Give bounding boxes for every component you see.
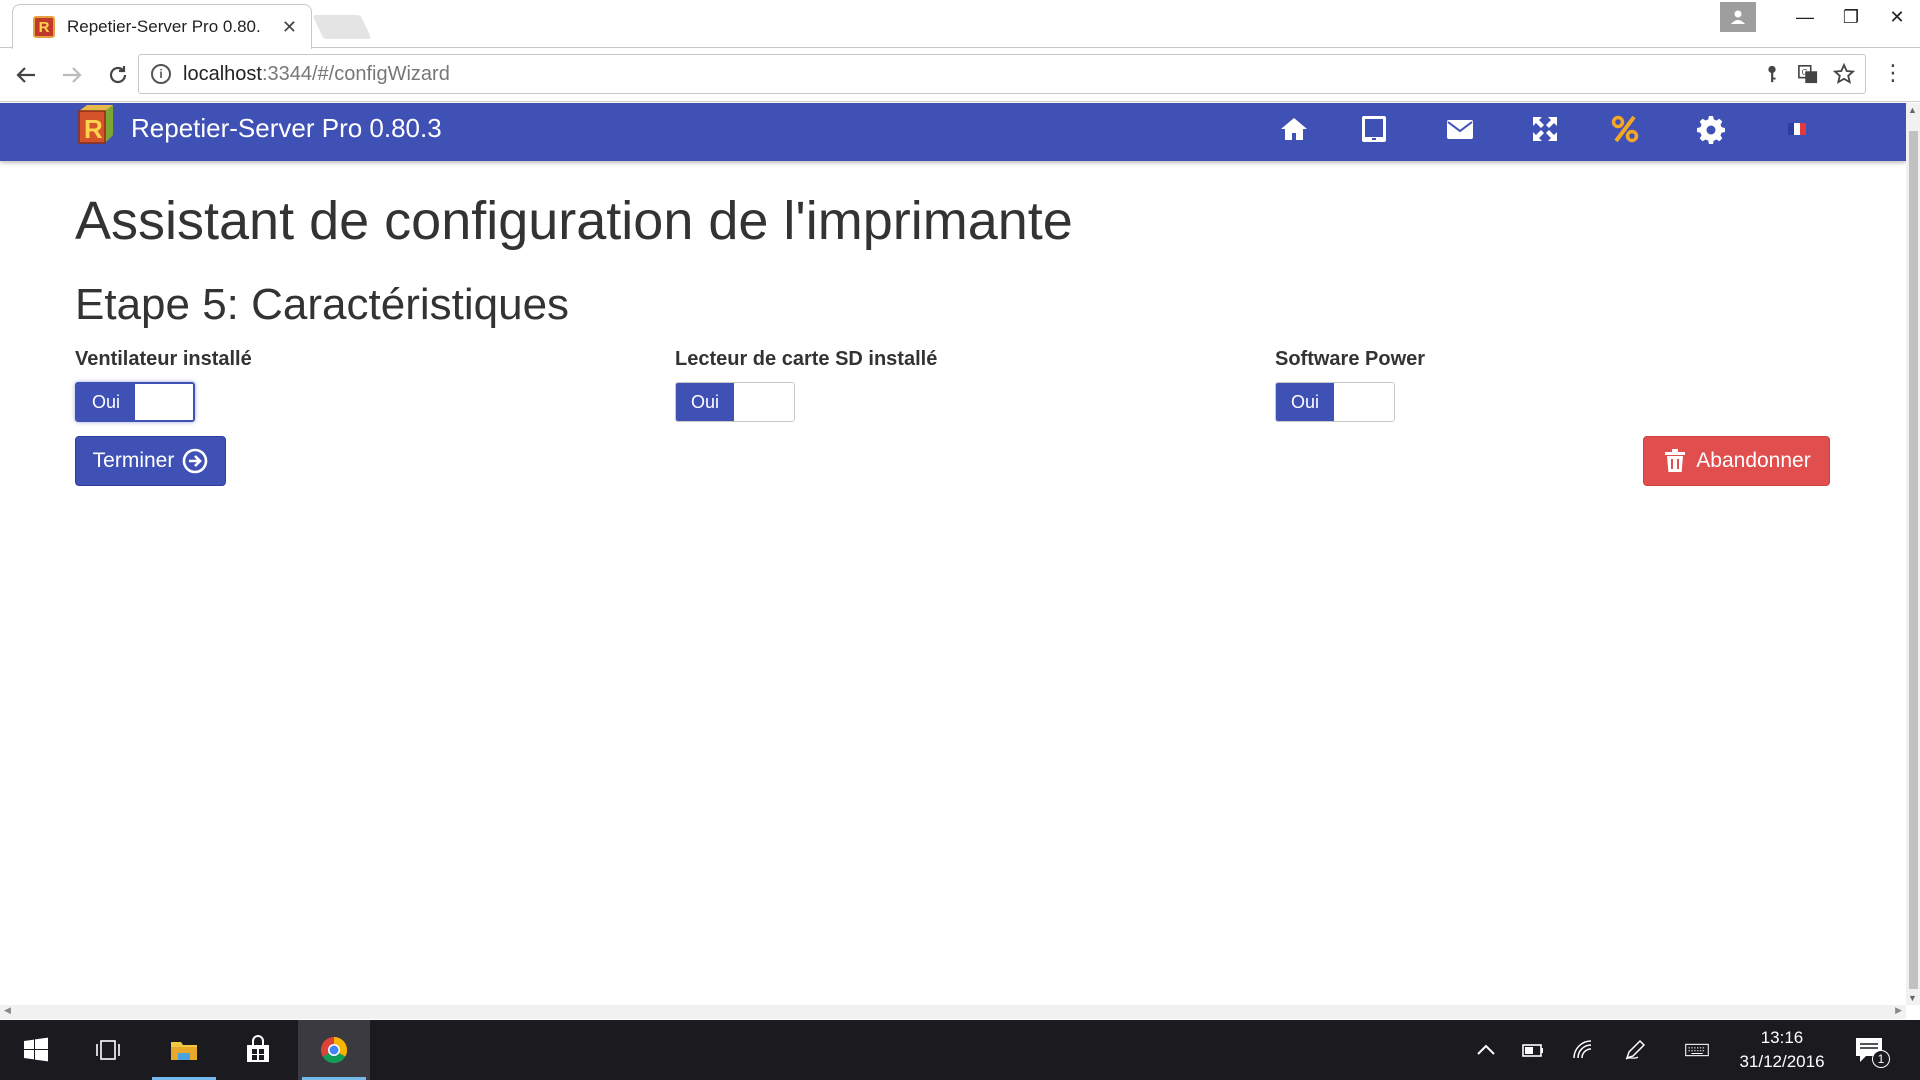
task-view-icon [96, 1040, 120, 1060]
clock-time: 13:16 [1760, 1028, 1804, 1047]
tablet-icon[interactable] [1356, 111, 1392, 147]
app-title[interactable]: Repetier-Server Pro 0.80.3 [131, 113, 442, 144]
fan-installed-label: Ventilateur installé [75, 348, 252, 370]
vertical-scrollbar[interactable]: ▲ ▼ [1906, 103, 1920, 1005]
start-button[interactable] [0, 1020, 72, 1080]
profile-button[interactable] [1720, 2, 1756, 32]
software-power-toggle[interactable]: Oui [1275, 382, 1395, 422]
abort-button[interactable]: Abandonner [1643, 436, 1830, 486]
toggle-handle[interactable] [734, 383, 794, 421]
tab-close-icon[interactable]: ✕ [282, 17, 297, 38]
clock-date: 31/12/2016 [1739, 1052, 1825, 1071]
scroll-down-arrow-icon[interactable]: ▼ [1908, 993, 1917, 1003]
abort-button-label: Abandonner [1696, 449, 1811, 472]
translate-icon[interactable]: G [1797, 63, 1819, 85]
finish-button-label: Terminer [92, 449, 175, 472]
expand-icon[interactable] [1527, 111, 1563, 147]
file-explorer-button[interactable] [148, 1020, 220, 1080]
sd-card-installed-label: Lecteur de carte SD installé [675, 348, 938, 370]
browser-menu-icon[interactable]: ⋮ [1882, 62, 1904, 84]
app-navbar: R Repetier-Server Pro 0.80.3 [0, 103, 1906, 161]
toggle-handle[interactable] [1334, 383, 1394, 421]
arrow-left-icon [16, 66, 35, 83]
repetier-favicon-icon: R [33, 16, 55, 38]
bookmark-star-icon[interactable] [1833, 63, 1855, 85]
percent-icon[interactable] [1607, 111, 1643, 147]
address-bar[interactable]: i localhost:3344/#/configWizard G [138, 54, 1866, 94]
tray-chevron-up-icon[interactable] [1473, 1038, 1499, 1062]
key-icon[interactable] [1761, 63, 1783, 85]
url-host: localhost [183, 62, 262, 85]
tab-title: Repetier-Server Pro 0.80. [67, 17, 261, 36]
chrome-icon [320, 1036, 348, 1064]
sd-card-installed-toggle[interactable]: Oui [675, 382, 795, 422]
wifi-icon[interactable] [1570, 1038, 1596, 1062]
browser-tabstrip: R Repetier-Server Pro 0.80. ✕ — ❐ ✕ [0, 0, 1920, 49]
windows-taskbar: 13:16 31/12/2016 1 [0, 1020, 1920, 1080]
info-icon[interactable]: i [151, 64, 171, 84]
toggle-handle[interactable] [135, 384, 193, 420]
arrow-circle-right-icon [183, 448, 208, 474]
reload-button[interactable] [98, 55, 138, 95]
envelope-icon[interactable] [1442, 111, 1478, 147]
folder-icon [171, 1042, 197, 1060]
fan-installed-toggle[interactable]: Oui [75, 382, 195, 422]
scroll-up-arrow-icon[interactable]: ▲ [1908, 105, 1917, 115]
software-power-label: Software Power [1275, 348, 1426, 370]
window-controls: — ❐ ✕ [1720, 0, 1920, 34]
finish-button[interactable]: Terminer [75, 436, 226, 486]
scroll-left-arrow-icon[interactable]: ◀ [4, 1005, 11, 1016]
scrollbar-thumb[interactable] [1909, 131, 1918, 989]
store-bag-icon [247, 1035, 269, 1062]
home-icon[interactable] [1276, 111, 1312, 147]
keyboard-icon[interactable] [1680, 1038, 1714, 1062]
svg-text:R: R [84, 114, 103, 144]
task-view-button[interactable] [72, 1020, 144, 1080]
back-button[interactable] [6, 55, 46, 95]
horizontal-scrollbar[interactable]: ◀ ▶ [0, 1005, 1906, 1019]
person-icon [1731, 10, 1745, 24]
windows-logo-icon [24, 1037, 48, 1062]
french-flag-icon[interactable] [1779, 111, 1815, 147]
arrow-right-icon [63, 66, 82, 83]
forward-button[interactable] [52, 55, 92, 95]
close-window-button[interactable]: ✕ [1874, 7, 1920, 28]
trash-icon [1665, 449, 1686, 472]
step-title: Etape 5: Caractéristiques [75, 280, 570, 329]
page-title: Assistant de configuration de l'impriman… [75, 191, 1073, 251]
restore-button[interactable]: ❐ [1828, 7, 1874, 28]
toggle-on-label: Oui [77, 384, 135, 420]
omnibox-actions: G [1761, 63, 1855, 85]
new-tab-button[interactable] [312, 15, 372, 39]
chrome-button[interactable] [298, 1020, 370, 1080]
taskbar-clock[interactable]: 13:16 31/12/2016 [1730, 1026, 1834, 1074]
notification-count-badge: 1 [1872, 1050, 1890, 1068]
browser-toolbar: i localhost:3344/#/configWizard G ⋮ [0, 48, 1920, 102]
toggle-on-label: Oui [1276, 383, 1334, 421]
url-path: :3344/#/configWizard [261, 62, 450, 85]
minimize-button[interactable]: — [1782, 7, 1828, 28]
toggle-on-label: Oui [676, 383, 734, 421]
battery-icon[interactable] [1520, 1038, 1546, 1062]
repetier-logo-icon[interactable]: R [75, 103, 119, 147]
pen-icon[interactable] [1622, 1038, 1648, 1062]
gear-icon[interactable] [1693, 111, 1729, 147]
svg-text:G: G [1802, 68, 1808, 77]
store-button[interactable] [222, 1020, 294, 1080]
scroll-right-arrow-icon[interactable]: ▶ [1895, 1005, 1902, 1016]
reload-icon [109, 65, 127, 83]
browser-tab[interactable]: R Repetier-Server Pro 0.80. ✕ [12, 4, 312, 49]
